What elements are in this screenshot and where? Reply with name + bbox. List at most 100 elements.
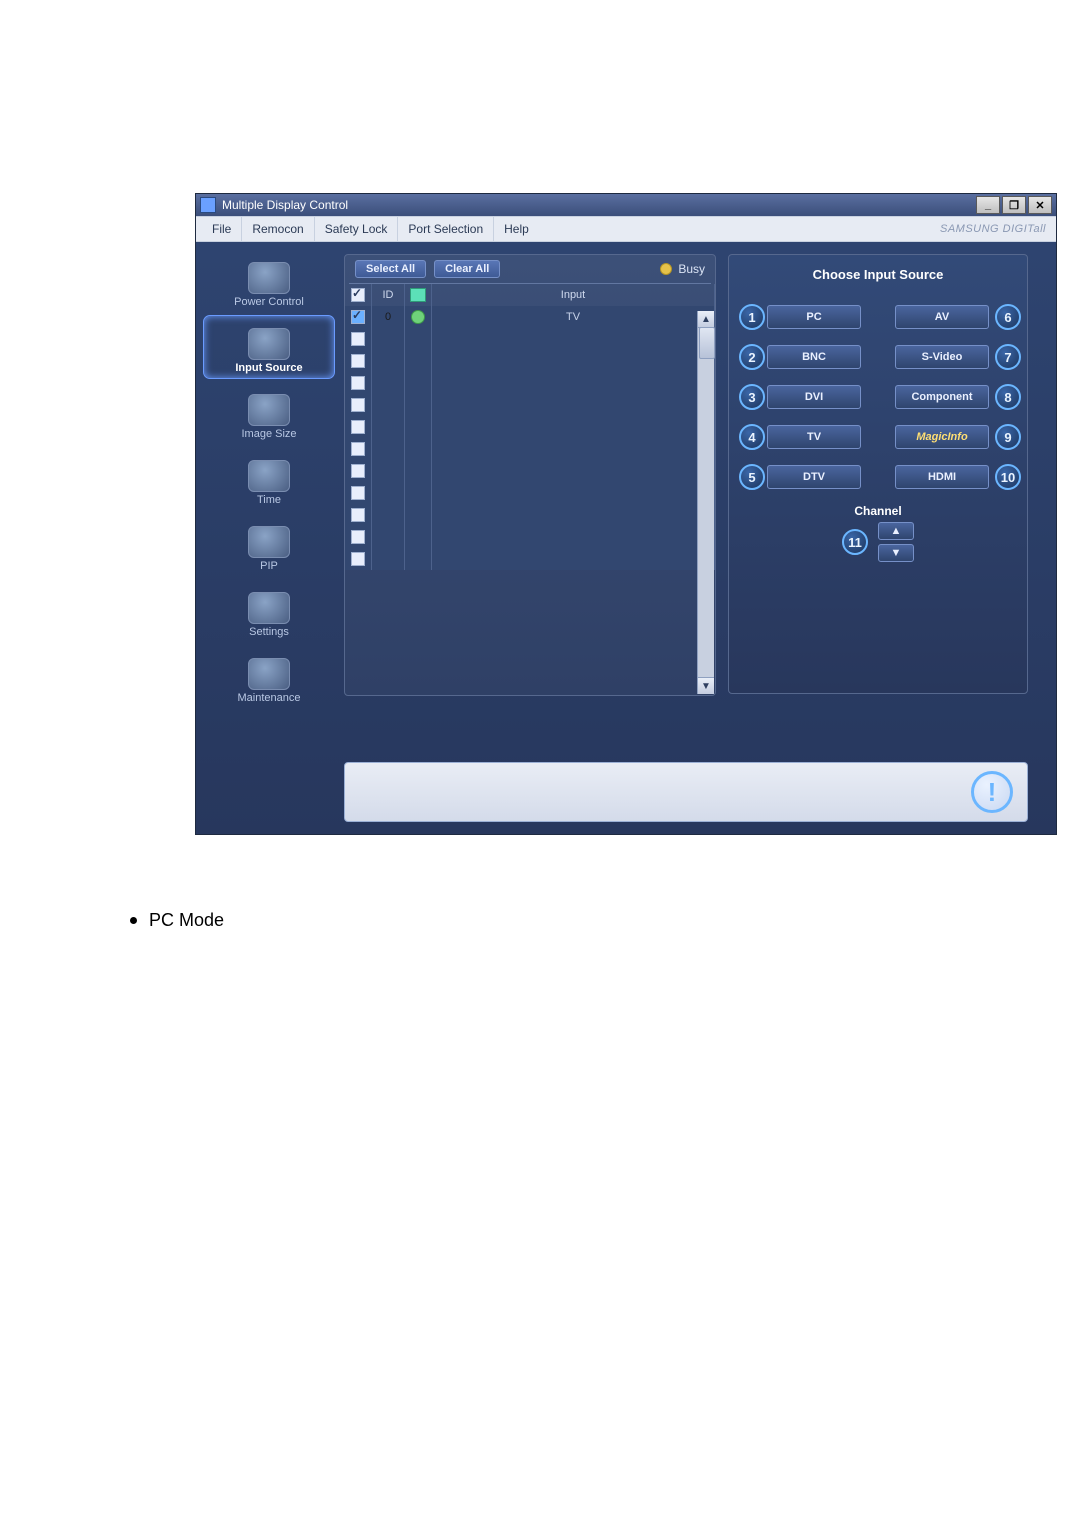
row-id	[372, 482, 405, 504]
clear-all-button[interactable]: Clear All	[434, 260, 500, 278]
menu-port-selection[interactable]: Port Selection	[397, 217, 493, 241]
table-row[interactable]	[345, 416, 715, 438]
pip-icon	[248, 526, 290, 558]
row-id	[372, 460, 405, 482]
sidebar-item-input-source[interactable]: Input Source	[204, 316, 334, 378]
row-input	[432, 526, 715, 548]
row-checkbox[interactable]	[351, 354, 365, 368]
sidebar-item-settings[interactable]: Settings	[204, 580, 334, 642]
table-row[interactable]	[345, 482, 715, 504]
image-size-icon	[248, 394, 290, 426]
menu-safety-lock[interactable]: Safety Lock	[314, 217, 398, 241]
source-button-av[interactable]: AV	[895, 305, 989, 329]
source-badge: 8	[995, 384, 1021, 410]
row-input	[432, 504, 715, 526]
settings-icon	[248, 592, 290, 624]
app-window: Multiple Display Control _ ❐ ✕ File Remo…	[195, 193, 1057, 835]
page-caption: PC Mode	[130, 910, 224, 931]
scrollbar[interactable]: ▲ ▼	[697, 311, 714, 694]
col-input: Input	[432, 284, 715, 306]
sidebar-item-maintenance[interactable]: Maintenance	[204, 646, 334, 708]
scroll-up[interactable]: ▲	[698, 311, 714, 328]
row-checkbox[interactable]	[351, 420, 365, 434]
row-checkbox[interactable]	[351, 486, 365, 500]
sidebar-item-label: Maintenance	[238, 692, 301, 704]
row-checkbox[interactable]	[351, 508, 365, 522]
select-all-button[interactable]: Select All	[355, 260, 426, 278]
caption-text: PC Mode	[149, 910, 224, 930]
row-checkbox[interactable]	[351, 310, 365, 324]
row-id	[372, 526, 405, 548]
source-badge: 7	[995, 344, 1021, 370]
sidebar-item-label: Image Size	[241, 428, 296, 440]
source-badge: 10	[995, 464, 1021, 490]
row-input	[432, 350, 715, 372]
row-checkbox[interactable]	[351, 442, 365, 456]
table-row[interactable]	[345, 372, 715, 394]
table-row[interactable]	[345, 526, 715, 548]
row-id: 0	[372, 306, 405, 328]
row-checkbox[interactable]	[351, 464, 365, 478]
row-input	[432, 438, 715, 460]
display-list-panel: Select All Clear All Busy ID Input	[344, 254, 716, 696]
menu-remocon[interactable]: Remocon	[241, 217, 313, 241]
sidebar-item-power-control[interactable]: Power Control	[204, 250, 334, 312]
source-button-magicinfo[interactable]: MagicInfo	[895, 425, 989, 449]
minimize-button[interactable]: _	[976, 196, 1000, 214]
channel-up-button[interactable]: ▲	[878, 522, 914, 540]
sidebar-item-pip[interactable]: PIP	[204, 514, 334, 576]
row-id	[372, 328, 405, 350]
source-button-bnc[interactable]: BNC	[767, 345, 861, 369]
close-button[interactable]: ✕	[1028, 196, 1052, 214]
channel-down-button[interactable]: ▼	[878, 544, 914, 562]
menu-file[interactable]: File	[202, 217, 241, 241]
input-source-icon	[248, 328, 290, 360]
row-checkbox[interactable]	[351, 376, 365, 390]
sidebar-item-label: Settings	[249, 626, 289, 638]
table-row[interactable]	[345, 460, 715, 482]
row-checkbox[interactable]	[351, 530, 365, 544]
header-checkbox[interactable]	[351, 288, 365, 302]
table-row[interactable]: 0TV	[345, 306, 715, 328]
power-icon	[248, 262, 290, 294]
source-badge: 6	[995, 304, 1021, 330]
busy-indicator: Busy	[660, 262, 705, 276]
brand-label: SAMSUNG DIGITall	[940, 223, 1050, 235]
table-row[interactable]	[345, 504, 715, 526]
source-button-dvi[interactable]: DVI	[767, 385, 861, 409]
sidebar-item-label: Input Source	[235, 362, 302, 374]
app-icon	[200, 197, 216, 213]
table-row[interactable]	[345, 548, 715, 570]
status-header-icon	[410, 288, 426, 302]
source-button-component[interactable]: Component	[895, 385, 989, 409]
channel-badge: 11	[842, 529, 868, 555]
table-row[interactable]	[345, 328, 715, 350]
source-button-pc[interactable]: PC	[767, 305, 861, 329]
source-badge: 1	[739, 304, 765, 330]
row-id	[372, 504, 405, 526]
table-row[interactable]	[345, 438, 715, 460]
sidebar: Power Control Input Source Image Size Ti…	[204, 250, 334, 712]
source-button-hdmi[interactable]: HDMI	[895, 465, 989, 489]
row-checkbox[interactable]	[351, 332, 365, 346]
panel-title: Choose Input Source	[739, 267, 1017, 282]
menu-help[interactable]: Help	[493, 217, 539, 241]
row-input	[432, 482, 715, 504]
source-button-tv[interactable]: TV	[767, 425, 861, 449]
restore-button[interactable]: ❐	[1002, 196, 1026, 214]
source-button-dtv[interactable]: DTV	[767, 465, 861, 489]
table-row[interactable]	[345, 394, 715, 416]
scroll-down[interactable]: ▼	[698, 677, 714, 694]
sidebar-item-image-size[interactable]: Image Size	[204, 382, 334, 444]
table-row[interactable]	[345, 350, 715, 372]
status-bar: !	[344, 762, 1028, 822]
scroll-thumb[interactable]	[699, 327, 715, 359]
row-checkbox[interactable]	[351, 552, 365, 566]
source-badge: 9	[995, 424, 1021, 450]
source-badge: 3	[739, 384, 765, 410]
source-button-s-video[interactable]: S-Video	[895, 345, 989, 369]
row-input	[432, 328, 715, 350]
row-checkbox[interactable]	[351, 398, 365, 412]
row-id	[372, 438, 405, 460]
sidebar-item-time[interactable]: Time	[204, 448, 334, 510]
